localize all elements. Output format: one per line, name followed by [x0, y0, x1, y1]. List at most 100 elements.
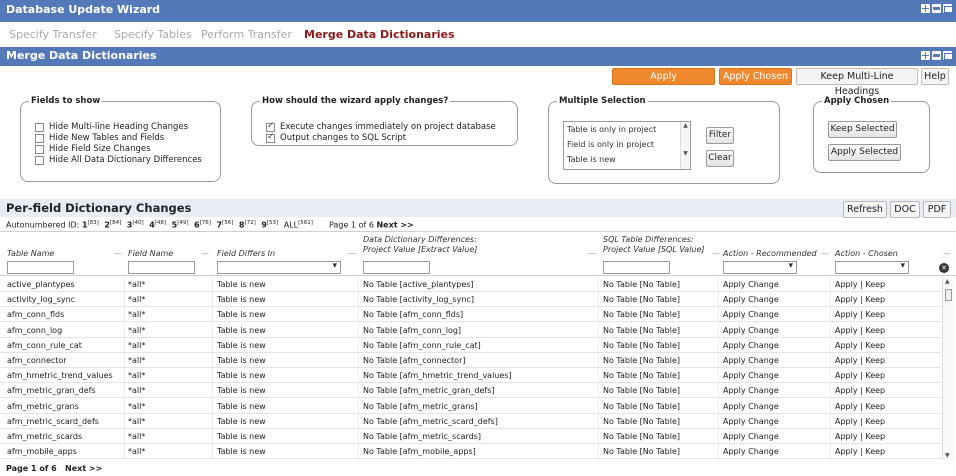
col-action-recommended[interactable]: Action - Recommended — [723, 249, 817, 259]
cell-action-chosen[interactable]: Apply | Keep — [835, 295, 885, 304]
autonumber-link-all[interactable]: ALL — [284, 221, 298, 230]
col-field-name[interactable]: Field Name — [128, 249, 173, 259]
col-sql-differences[interactable]: SQL Table Differences: Project Value [SQ… — [603, 235, 705, 255]
keep-multiline-headings-button[interactable]: Keep Multi-Line Headings — [796, 68, 918, 97]
grid-scrollbar[interactable]: ▲ ▼ — [942, 277, 954, 460]
option-execute-immediately[interactable]: Execute changes immediately on project d… — [266, 121, 496, 132]
print-icon[interactable] — [932, 4, 941, 13]
tab-merge-data-dictionaries[interactable]: Merge Data Dictionaries — [304, 28, 455, 41]
column-divider — [830, 429, 831, 443]
doc-button[interactable]: DOC — [890, 201, 920, 218]
cell-action-chosen[interactable]: Apply | Keep — [835, 402, 885, 411]
cell-action-chosen[interactable]: Apply | Keep — [835, 432, 885, 441]
column-divider — [358, 429, 359, 443]
sort-handle[interactable]: — — [712, 249, 720, 258]
autonumber-link-4[interactable]: 4 — [149, 221, 155, 230]
cell-action-chosen[interactable]: Apply | Keep — [835, 310, 885, 319]
table-row[interactable]: activity_log_sync *all* Table is new No Tab… — [0, 292, 942, 308]
sort-handle[interactable]: — — [201, 249, 209, 258]
keep-selected-button[interactable]: Keep Selected — [828, 121, 897, 138]
scroll-thumb[interactable] — [945, 289, 952, 301]
mail-icon[interactable] — [943, 51, 953, 60]
action-recommended-filter[interactable] — [723, 261, 797, 274]
field-name-filter[interactable] — [128, 261, 195, 274]
option-output-sql[interactable]: Output changes to SQL Script — [266, 132, 406, 143]
sort-handle[interactable]: — — [943, 249, 951, 258]
table-row[interactable]: afm_metric_gran_defs *all* Table is new No … — [0, 383, 942, 399]
scroll-down-icon[interactable]: ▼ — [945, 452, 950, 459]
wizard-title: Database Update Wizard — [6, 3, 161, 16]
table-row[interactable]: afm_metric_scard_defs *all* Table is new No… — [0, 413, 942, 429]
pdf-button[interactable]: PDF — [923, 201, 951, 218]
table-row[interactable]: afm_conn_flds *all* Table is new No Table [… — [0, 307, 942, 323]
column-divider — [358, 444, 359, 459]
cell-action-chosen[interactable]: Apply | Keep — [835, 371, 885, 380]
sort-handle[interactable]: — — [588, 249, 596, 258]
refresh-button[interactable]: Refresh — [843, 201, 887, 218]
sort-handle[interactable]: — — [114, 249, 122, 258]
table-row[interactable]: afm_conn_log *all* Table is new No Table [a… — [0, 322, 942, 338]
dd-differences-filter[interactable] — [363, 261, 430, 274]
plus-icon[interactable] — [921, 51, 930, 60]
cell-action-chosen[interactable]: Apply | Keep — [835, 326, 885, 335]
multiple-selection-legend: Multiple Selection — [559, 96, 646, 106]
print-icon[interactable] — [932, 51, 941, 60]
table-row[interactable]: afm_metric_scards *all* Table is new No Tab… — [0, 429, 942, 444]
list-item[interactable]: Table is new — [564, 152, 690, 167]
tab-perform-transfer[interactable]: Perform Transfer — [201, 28, 292, 41]
clear-button[interactable]: Clear — [706, 150, 734, 167]
autonumber-link-1[interactable]: 1 — [82, 221, 88, 230]
cell-action-chosen[interactable]: Apply | Keep — [835, 417, 885, 426]
option-hide-field-size[interactable]: Hide Field Size Changes — [35, 144, 151, 154]
table-name-filter[interactable] — [7, 261, 74, 274]
apply-recommended-button[interactable]: Apply Recommended — [612, 68, 715, 97]
selection-listbox[interactable]: Table is only in project Field is only i… — [563, 121, 691, 170]
checkbox[interactable] — [35, 155, 44, 165]
checkbox[interactable] — [35, 122, 44, 132]
cell-action-chosen[interactable]: Apply | Keep — [835, 447, 885, 456]
plus-icon[interactable] — [921, 4, 930, 13]
table-row[interactable]: afm_mobile_apps *all* Table is new No Table… — [0, 444, 942, 460]
col-action-chosen[interactable]: Action - Chosen — [835, 249, 898, 259]
list-item[interactable]: Table is only in project — [564, 122, 690, 137]
checkbox[interactable] — [266, 132, 275, 143]
autonumber-link-6[interactable]: 6 — [194, 221, 200, 230]
checkbox[interactable] — [35, 144, 44, 154]
help-button[interactable]: Help — [921, 68, 949, 85]
table-row[interactable]: afm_conn_rule_cat *all* Table is new No Tab… — [0, 337, 942, 353]
option-hide-multiline[interactable]: Hide Multi-line Heading Changes — [35, 122, 188, 132]
checkbox[interactable] — [35, 133, 44, 143]
table-row[interactable]: active_plantypes *all* Table is new No Tabl… — [0, 277, 942, 292]
action-chosen-filter[interactable] — [835, 261, 909, 274]
table-row[interactable]: afm_connector *all* Table is new No Table [… — [0, 353, 942, 368]
apply-chosen-button[interactable]: Apply Chosen — [719, 68, 792, 85]
tab-specify-transfer[interactable]: Specify Transfer — [9, 28, 97, 41]
cell-action-chosen[interactable]: Apply | Keep — [835, 341, 885, 350]
next-page-link[interactable]: Next >> — [65, 464, 102, 473]
clear-filter-icon[interactable]: ✕ — [939, 263, 949, 273]
table-row[interactable]: afm_hmetric_trend_values *all* Table is ne… — [0, 368, 942, 384]
list-item[interactable]: Field is only in project — [564, 137, 690, 152]
cell-action-chosen[interactable]: Apply | Keep — [835, 356, 885, 365]
apply-selected-button[interactable]: Apply Selected — [828, 144, 901, 161]
field-differs-filter[interactable] — [217, 261, 341, 274]
col-dd-differences[interactable]: Data Dictionary Differences: Project Val… — [363, 235, 477, 255]
filter-button[interactable]: Filter — [706, 127, 734, 144]
column-divider — [598, 413, 599, 428]
listbox-scrollbar[interactable]: ▲ ▼ — [680, 122, 690, 169]
next-page-link[interactable]: Next >> — [376, 221, 413, 230]
sort-handle[interactable]: — — [821, 249, 829, 258]
checkbox[interactable] — [266, 121, 275, 132]
sql-differences-filter[interactable] — [603, 261, 670, 274]
col-table-name[interactable]: Table Name — [7, 249, 54, 259]
tab-specify-tables[interactable]: Specify Tables — [114, 28, 192, 41]
col-field-differs[interactable]: Field Differs In — [217, 249, 275, 259]
option-hide-new-tables[interactable]: Hide New Tables and Fields — [35, 133, 164, 143]
mail-icon[interactable] — [943, 4, 953, 13]
scroll-up-icon[interactable]: ▲ — [945, 278, 950, 285]
table-row[interactable]: afm_metric_grans *all* Table is new No Tabl… — [0, 398, 942, 414]
sort-handle[interactable]: — — [348, 249, 356, 258]
cell-action-chosen[interactable]: Apply | Keep — [835, 280, 885, 289]
option-hide-all-dd[interactable]: Hide All Data Dictionary Differences — [35, 155, 202, 165]
cell-action-chosen[interactable]: Apply | Keep — [835, 386, 885, 395]
